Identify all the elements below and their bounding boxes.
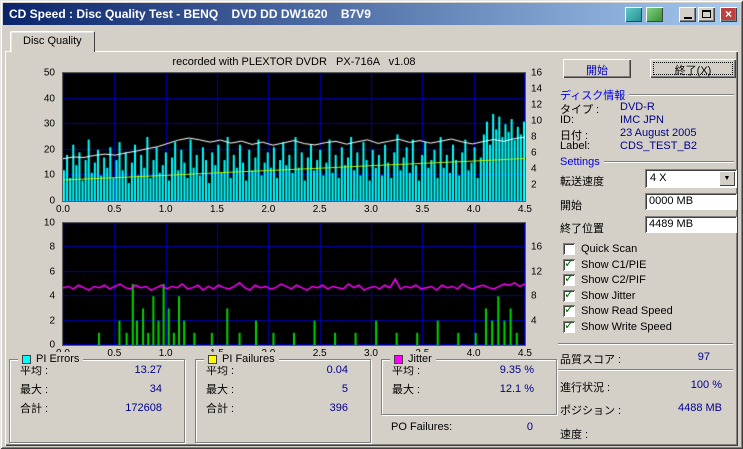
disc-type-value: DVD-R	[620, 101, 655, 113]
position-row: ポジション : 4488 MB	[560, 402, 722, 417]
speed-right-axis: 2 4 6 8 10 12 14 16	[531, 67, 543, 191]
end-position-field[interactable]: 4489 MB	[645, 216, 737, 233]
jitter-legend-label: Jitter	[408, 353, 432, 365]
check-icon: ✓	[564, 271, 575, 285]
jitter-legend: Jitter	[390, 352, 436, 366]
settings-header: Settings	[560, 156, 734, 168]
po-failures-row: PO Failures: 0	[381, 421, 555, 433]
pi-failures-avg-value: 0.04	[326, 363, 348, 376]
po-failures-value: 0	[526, 421, 533, 433]
jitter-right-axis: 4 8 12 16	[531, 241, 543, 327]
pi-errors-total-value: 172608	[125, 401, 162, 414]
window-title: CD Speed : Disc Quality Test - BENQ DVD …	[9, 7, 371, 21]
checkbox-quick-scan[interactable]: ✓ Quick Scan	[563, 242, 637, 256]
disc-quality-panel: recorded with PLEXTOR DVDR PX-716A v1.08…	[5, 51, 738, 446]
exit-button[interactable]: 終了(X)	[650, 59, 736, 78]
minimize-button[interactable]	[679, 6, 696, 22]
disc-id-value: IMC JPN	[620, 114, 664, 126]
tab-disc-quality[interactable]: Disc Quality	[10, 31, 95, 52]
titlebar-extra-icon-1[interactable]	[625, 6, 642, 22]
show-jitter-checkbox[interactable]: ✓	[563, 287, 575, 302]
show-c1-pie-checkbox[interactable]: ✓	[563, 256, 575, 271]
quality-score-row: 品質スコア : 97	[560, 351, 710, 366]
disc-type-row: タイプ : DVD-R	[560, 101, 655, 116]
separator	[558, 369, 733, 371]
close-button[interactable]: ×	[720, 6, 737, 22]
jitter-max-row: 最大 :12.1 %	[392, 382, 534, 396]
jitter-group: Jitter 平均 :9.35 % 最大 :12.1 %	[381, 352, 557, 415]
disc-id-row: ID: IMC JPN	[560, 114, 664, 126]
jitter-color-swatch	[394, 354, 403, 364]
pi-failures-group: PI Failures 平均 :0.04 最大 :5 合計 :396	[195, 352, 371, 443]
pi-errors-color-swatch	[22, 354, 31, 364]
show-write-speed-checkbox[interactable]: ✓	[563, 318, 575, 333]
pi-failures-total-row: 合計 :396	[206, 401, 348, 415]
po-failures-label: PO Failures:	[391, 421, 453, 433]
disc-date-row: 日付 :23 August 2005	[560, 127, 697, 142]
show-c2-pif-checkbox[interactable]: ✓	[563, 271, 575, 286]
pi-errors-legend: PI Errors	[18, 352, 84, 366]
app-window: CD Speed : Disc Quality Test - BENQ DVD …	[0, 0, 743, 449]
recorded-with-text: recorded with PLEXTOR DVDR PX-716A v1.08	[172, 56, 416, 68]
pi-errors-legend-label: PI Errors	[36, 353, 80, 365]
pi-failures-legend: PI Failures	[204, 352, 279, 366]
pi-errors-total-row: 合計 :172608	[20, 401, 162, 415]
jitter-max-value: 12.1 %	[499, 382, 534, 395]
pi-failures-max-value: 5	[341, 382, 348, 395]
chevron-down-icon[interactable]: ▼	[719, 171, 735, 186]
transfer-speed-value: 4 X	[650, 172, 667, 184]
quick-scan-checkbox[interactable]: ✓	[563, 243, 575, 255]
maximize-icon	[702, 10, 711, 18]
show-read-speed-checkbox[interactable]: ✓	[563, 302, 575, 317]
pi-failures-max-row: 最大 :5	[206, 382, 348, 396]
pi-errors-left-axis: 0 10 20 30 40 50	[43, 67, 55, 207]
pi-errors-max-row: 最大 :34	[20, 382, 162, 396]
maximize-button[interactable]	[698, 6, 715, 22]
pi-failures-chart	[62, 222, 526, 346]
pi-failures-left-axis: 0 2 4 6 8 10	[43, 217, 55, 351]
check-icon: ✓	[564, 302, 575, 316]
disc-date-value: 23 August 2005	[620, 127, 697, 139]
titlebar-extra-icon-2[interactable]	[646, 6, 663, 22]
disc-label-row: Label: CDS_TEST_B2	[560, 140, 698, 152]
pi-failures-color-swatch	[208, 354, 217, 364]
checkbox-show-write-speed[interactable]: ✓ Show Write Speed	[563, 318, 672, 334]
checkbox-show-c1-pie[interactable]: ✓ Show C1/PIE	[563, 256, 646, 272]
start-position-field[interactable]: 0000 MB	[645, 193, 737, 210]
quality-score-value: 97	[697, 351, 710, 363]
check-icon: ✓	[564, 287, 575, 301]
close-icon: ×	[724, 7, 732, 21]
pi-errors-x-axis: 0.0 0.5 1.0 1.5 2.0 2.5 3.0 3.5 4.0 4.5	[56, 204, 532, 215]
pi-errors-group: PI Errors 平均 :13.27 最大 :34 合計 :172608	[9, 352, 185, 443]
progress-value: 100 %	[690, 379, 722, 391]
transfer-speed-select[interactable]: 4 X ▼	[645, 169, 737, 188]
check-icon: ✓	[564, 318, 575, 332]
check-icon: ✓	[564, 256, 575, 270]
minimize-icon	[683, 16, 692, 19]
progress-row: 進行状況 : 100 %	[560, 379, 722, 394]
checkbox-show-jitter[interactable]: ✓ Show Jitter	[563, 287, 635, 303]
pi-errors-max-value: 34	[149, 382, 162, 395]
pi-errors-avg-value: 13.27	[134, 363, 162, 376]
position-value: 4488 MB	[677, 402, 722, 414]
jitter-avg-value: 9.35 %	[499, 363, 534, 376]
speed-row: 速度 :	[560, 429, 589, 441]
pi-failures-total-value: 396	[329, 401, 348, 414]
disc-label-value: CDS_TEST_B2	[620, 140, 698, 152]
separator	[558, 343, 733, 345]
pi-errors-chart	[62, 72, 526, 202]
start-button[interactable]: 開始	[563, 59, 631, 78]
pi-failures-legend-label: PI Failures	[222, 353, 275, 365]
checkbox-show-read-speed[interactable]: ✓ Show Read Speed	[563, 302, 673, 318]
checkbox-show-c2-pif[interactable]: ✓ Show C2/PIF	[563, 271, 646, 287]
titlebar[interactable]: CD Speed : Disc Quality Test - BENQ DVD …	[3, 3, 740, 25]
